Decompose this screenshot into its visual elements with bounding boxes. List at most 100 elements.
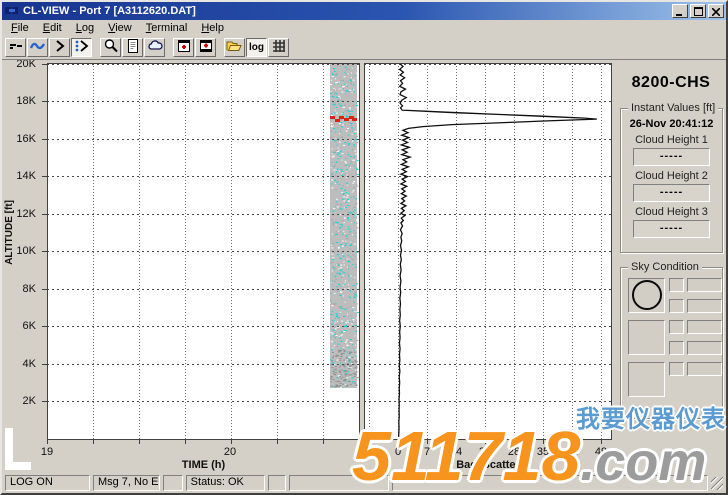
chart-area: ALTITUDE [ft] TIME (h) BackScatter 8200-… (2, 60, 726, 474)
status-bar: LOG ONMsg 7, No Errors Status: OK (2, 474, 726, 492)
menu-item-help[interactable]: Help (194, 21, 231, 35)
profile-single-button[interactable] (49, 38, 70, 57)
window-title: CL-VIEW - Port 7 [A3112620.DAT] (23, 5, 672, 17)
cloud-height-1-label: Cloud Height 1 (621, 134, 722, 146)
message-view-button[interactable] (122, 38, 143, 57)
menu-bar: FileEditLogViewTerminalHelp (2, 20, 726, 36)
sky-condition-group: Sky Condition (620, 267, 723, 419)
status-cell-status-ok: Status: OK (186, 475, 265, 491)
backscatter-plot (364, 63, 613, 446)
wave-icon (30, 38, 46, 57)
altitude-tick-6K: 6K (3, 320, 36, 332)
magnifier-icon (103, 38, 119, 57)
grid-toggle-button[interactable] (268, 38, 289, 57)
sky-symbol-box-3 (628, 362, 665, 397)
folder-icon (226, 38, 243, 57)
time-height-plot (40, 63, 362, 446)
chevron-icon (52, 38, 68, 57)
open-file-button[interactable] (224, 38, 245, 57)
cloud-height-3-label: Cloud Height 3 (621, 206, 722, 218)
sky-wide-box (687, 299, 722, 313)
status-cell-empty-6 (392, 475, 708, 491)
status-cell-empty-4 (268, 475, 286, 491)
sky-symbol-box-2 (628, 320, 665, 355)
cloud-view-button[interactable] (144, 38, 165, 57)
cloud-height-2-label: Cloud Height 2 (621, 170, 722, 182)
data-table-2-button[interactable] (195, 38, 216, 57)
zoom-button[interactable] (100, 38, 121, 57)
log-toggle-button[interactable]: log (246, 38, 267, 57)
altitude-tick-14K: 14K (3, 170, 36, 182)
sky-small-box (669, 362, 684, 376)
maximize-icon (694, 4, 703, 19)
sky-condition-legend: Sky Condition (628, 261, 702, 273)
menu-item-view[interactable]: View (101, 21, 139, 35)
sky-symbol-box-1 (628, 278, 665, 313)
sky-row-1 (628, 278, 722, 313)
cloud-icon (147, 38, 163, 57)
profile-multi-button[interactable] (71, 38, 92, 57)
time-tick-19: 19 (41, 446, 53, 458)
cloud-height-3-value: ----- (633, 220, 710, 238)
menu-item-edit[interactable]: Edit (36, 21, 69, 35)
sky-clear-circle-icon (632, 280, 662, 310)
backscatter-tick-14: 14 (450, 446, 462, 458)
instant-values-legend: Instant Values [ft] (628, 102, 718, 114)
log-text-icon: log (249, 42, 264, 53)
altitude-tick-4K: 4K (3, 358, 36, 370)
document-icon (125, 38, 141, 57)
status-cell-empty-2 (163, 475, 183, 491)
backscatter-tick-42: 42 (566, 446, 578, 458)
backscatter-tick-21: 21 (479, 446, 491, 458)
grid-icon (272, 39, 286, 56)
altitude-tick-10K: 10K (3, 245, 36, 257)
app-window: CL-VIEW - Port 7 [A3112620.DAT] FileEdit… (0, 0, 728, 495)
chevron-dots-icon (74, 38, 90, 57)
sky-row-3 (628, 362, 722, 397)
backscatter-tick-7: 7 (424, 446, 430, 458)
altitude-tick-2K: 2K (3, 395, 36, 407)
backscatter-tick-49: 49 (595, 446, 607, 458)
menu-item-terminal[interactable]: Terminal (139, 21, 195, 35)
cloud-height-2-value: ----- (633, 184, 710, 202)
dash-icon (8, 38, 24, 57)
status-cell-log-on: LOG ON (5, 475, 90, 491)
sky-wide-box (687, 362, 722, 376)
sky-wide-box (687, 320, 722, 334)
time-axis-title: TIME (h) (47, 459, 360, 471)
device-model: 8200-CHS (614, 74, 726, 92)
altitude-tick-20K: 20K (3, 60, 36, 70)
timestamp: 26-Nov 20:41:12 (621, 118, 722, 130)
signal-wave-button[interactable] (27, 38, 48, 57)
sky-small-box (669, 299, 684, 313)
backscatter-axis-title: BackScatter (364, 459, 612, 471)
sky-row-2 (628, 320, 722, 355)
menu-item-log[interactable]: Log (69, 21, 101, 35)
altitude-tick-8K: 8K (3, 283, 36, 295)
close-button[interactable] (708, 4, 724, 18)
status-cell-msg-7-no-errors: Msg 7, No Errors (93, 475, 160, 491)
time-tick-20: 20 (224, 446, 236, 458)
data-table-1-button[interactable] (173, 38, 194, 57)
status-cell-empty-5 (289, 475, 389, 491)
resize-grip[interactable] (711, 477, 723, 490)
sky-small-box (669, 320, 684, 334)
signal-dashed-button[interactable] (5, 38, 26, 57)
altitude-tick-18K: 18K (3, 95, 36, 107)
right-panel: 8200-CHS Instant Values [ft] 26-Nov 20:4… (614, 60, 726, 474)
maximize-button[interactable] (690, 4, 706, 18)
minimize-icon (676, 4, 684, 19)
cloud-height-1-value: ----- (633, 148, 710, 166)
table-red-1-icon (176, 38, 192, 57)
sky-small-box (669, 341, 684, 355)
minimize-button[interactable] (672, 4, 688, 18)
sky-wide-box (687, 341, 722, 355)
sky-wide-box (687, 278, 722, 292)
backscatter-tick-0: 0 (395, 446, 401, 458)
sky-small-box (669, 278, 684, 292)
menu-item-file[interactable]: File (4, 21, 36, 35)
title-bar[interactable]: CL-VIEW - Port 7 [A3112620.DAT] (2, 2, 726, 20)
backscatter-tick-28: 28 (508, 446, 520, 458)
altitude-tick-12K: 12K (3, 208, 36, 220)
app-icon (4, 4, 20, 18)
